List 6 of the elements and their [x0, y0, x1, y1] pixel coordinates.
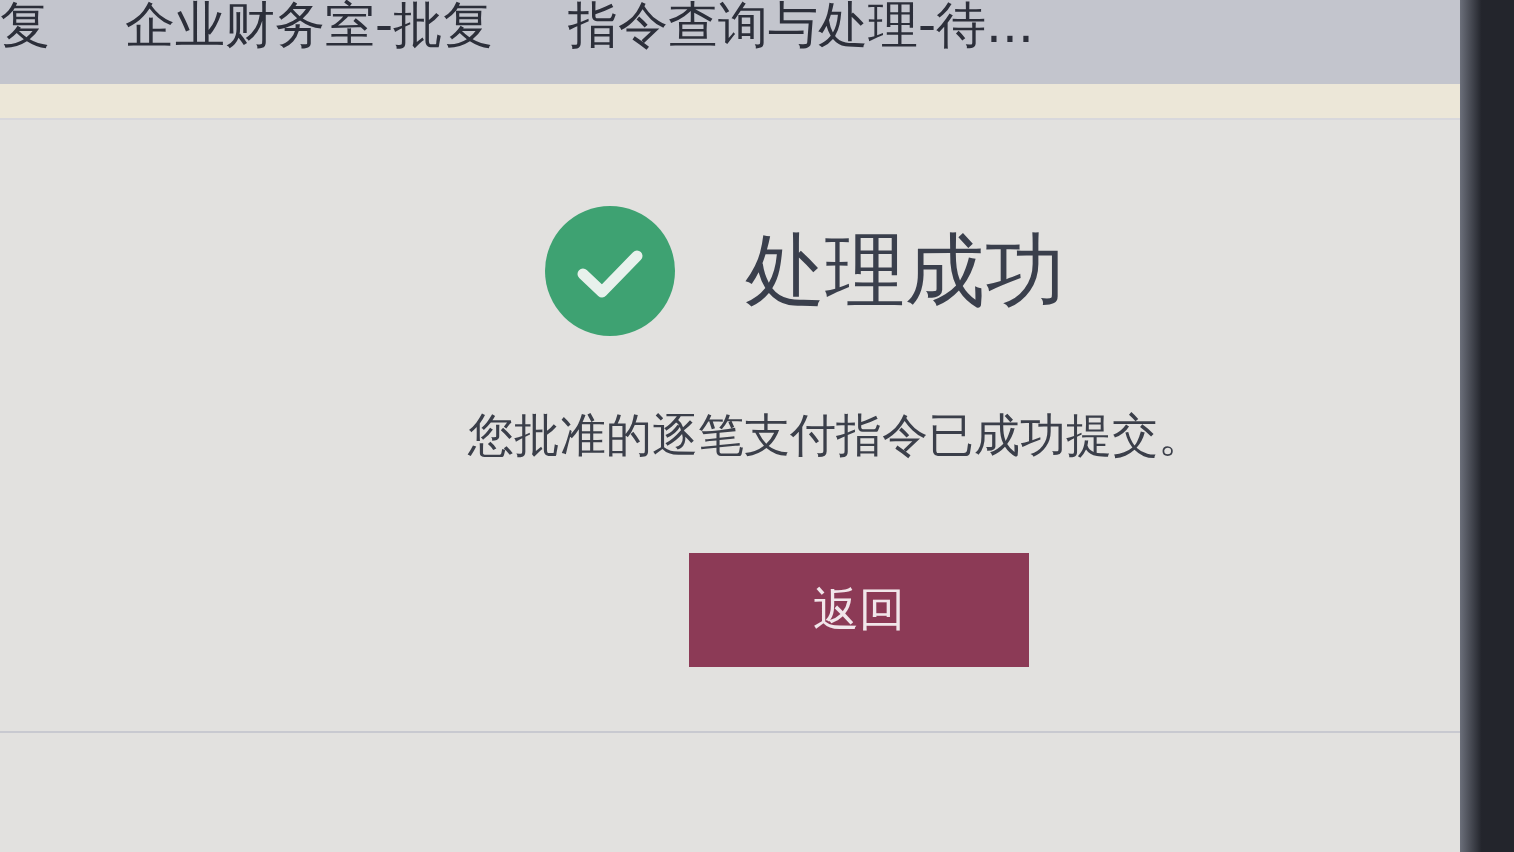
tab[interactable]: 指令查询与处理-待... — [568, 0, 1034, 50]
result-message: 您批准的逐笔支付指令已成功提交。 — [468, 408, 1204, 464]
tab[interactable]: 复 — [0, 0, 50, 50]
check-circle-icon — [545, 206, 675, 336]
result-title: 处理成功 — [745, 227, 1065, 315]
back-button[interactable]: 返回 — [689, 553, 1029, 668]
